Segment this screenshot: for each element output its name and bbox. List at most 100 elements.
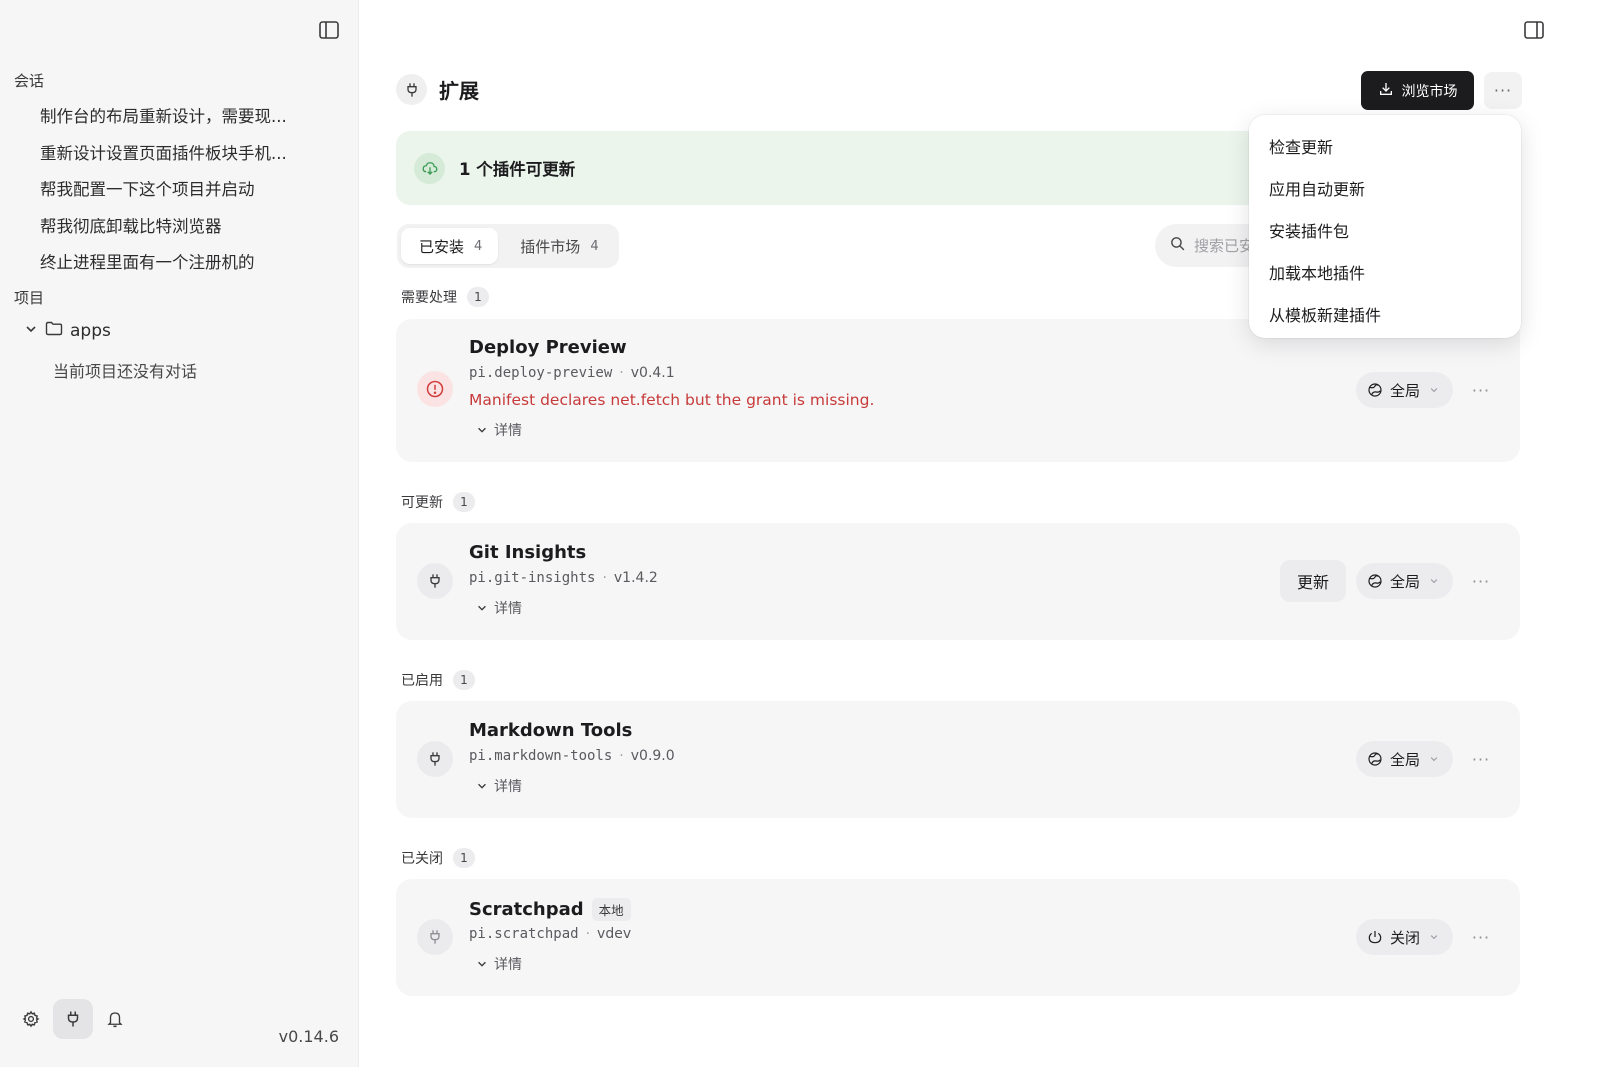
plugin-id: pi.markdown-tools	[469, 748, 613, 764]
project-folder-apps[interactable]: apps	[24, 321, 111, 341]
menu-item-apply-auto-update[interactable]: 应用自动更新	[1249, 167, 1521, 209]
separator-dot: ·	[619, 365, 624, 381]
tab-installed[interactable]: 已安装 4	[401, 228, 499, 264]
power-icon	[1368, 931, 1382, 944]
plugin-version: v0.4.1	[630, 365, 675, 381]
scope-label: 全局	[1390, 381, 1421, 400]
details-toggle[interactable]: 详情	[476, 420, 522, 440]
plugin-version: vdev	[597, 926, 632, 942]
tab-label: 插件市场	[520, 237, 581, 256]
group-label: 已关闭	[401, 851, 443, 867]
scope-select[interactable]: 全局	[1356, 372, 1453, 408]
search-icon	[1169, 235, 1186, 256]
plugin-id: pi.deploy-preview	[469, 365, 613, 381]
plugin-name: Git Insights	[469, 542, 586, 563]
globe-icon	[1368, 574, 1382, 588]
plugin-name: Deploy Preview	[469, 337, 627, 358]
details-toggle[interactable]: 详情	[476, 598, 522, 618]
plugin-card-deploy-preview: Deploy Preview pi.deploy-preview · v0.4.…	[396, 319, 1520, 462]
menu-item-check-updates[interactable]: 检查更新	[1249, 125, 1521, 167]
plugin-name-text: Deploy Preview	[469, 337, 627, 358]
group-header-needs-action: 需要处理 1	[401, 287, 489, 307]
conversation-item[interactable]: 帮我配置一下这个项目并启动	[40, 176, 300, 200]
right-panel-toggle-icon[interactable]	[1522, 18, 1546, 42]
chevron-down-icon	[478, 427, 486, 433]
details-label: 详情	[494, 779, 522, 795]
tab-count: 4	[590, 238, 599, 254]
menu-item-new-from-template[interactable]: 从模板新建插件	[1249, 293, 1521, 335]
separator-dot: ·	[585, 926, 591, 942]
notification-bell-icon[interactable]	[95, 999, 135, 1039]
update-button[interactable]: 更新	[1280, 560, 1346, 602]
projects-label: 项目	[14, 289, 45, 307]
browse-market-button[interactable]: 浏览市场	[1361, 71, 1474, 110]
plugin-plug-icon[interactable]	[53, 999, 93, 1039]
menu-item-install-package[interactable]: 安装插件包	[1249, 209, 1521, 251]
sidebar-footer: v0.14.6	[0, 999, 359, 1067]
error-alert-icon	[417, 371, 453, 407]
plugin-more-button[interactable]: ···	[1467, 749, 1495, 769]
plug-icon	[417, 919, 453, 955]
sidebar-toggle-icon[interactable]	[317, 18, 341, 42]
plugin-meta: pi.deploy-preview · v0.4.1	[469, 365, 675, 381]
browse-market-label: 浏览市场	[1401, 83, 1458, 100]
update-banner-text: 1 个插件可更新	[459, 160, 576, 179]
chevron-down-icon	[1429, 381, 1439, 399]
menu-item-load-local-plugin[interactable]: 加载本地插件	[1249, 251, 1521, 293]
status-label: 关闭	[1390, 928, 1421, 947]
chevron-down-icon	[478, 605, 486, 611]
project-empty-text: 当前项目还没有对话	[53, 362, 198, 381]
settings-gear-icon[interactable]	[11, 999, 51, 1039]
details-toggle[interactable]: 详情	[476, 776, 522, 796]
group-count-badge: 1	[467, 287, 489, 307]
plugin-meta: pi.scratchpad · vdev	[469, 926, 631, 942]
separator-dot: ·	[602, 570, 607, 586]
conversation-item[interactable]: 制作台的布局重新设计，需要现...	[40, 103, 300, 127]
plugin-card-markdown-tools: Markdown Tools pi.markdown-tools · v0.9.…	[396, 701, 1520, 818]
plugin-tabs: 已安装 4 插件市场 4	[397, 224, 619, 268]
chevron-down-icon	[478, 961, 486, 967]
plugin-name: Markdown Tools	[469, 720, 632, 741]
group-header-updatable: 可更新 1	[401, 492, 475, 512]
plugin-name-text: Markdown Tools	[469, 720, 633, 741]
plugin-more-button[interactable]: ···	[1467, 927, 1495, 947]
group-header-enabled: 已启用 1	[401, 670, 475, 690]
group-count-badge: 1	[453, 670, 475, 690]
separator-dot: ·	[619, 748, 624, 764]
plugin-card-scratchpad: Scratchpad 本地 pi.scratchpad · vdev 详情 关闭…	[396, 879, 1520, 996]
chevron-down-icon	[478, 783, 486, 789]
plugin-more-button[interactable]: ···	[1467, 571, 1495, 591]
plugin-meta: pi.markdown-tools · v0.9.0	[469, 748, 675, 764]
plugin-error-message: Manifest declares net.fetch but the gran…	[469, 391, 875, 409]
chevron-down-icon	[24, 321, 38, 341]
plugin-version: v0.9.0	[630, 748, 675, 764]
status-select[interactable]: 关闭	[1356, 919, 1453, 955]
plugin-name: Scratchpad 本地	[469, 898, 631, 921]
conversation-item[interactable]: 终止进程里面有一个注册机的	[40, 249, 300, 273]
group-count-badge: 1	[453, 492, 475, 512]
scope-select[interactable]: 全局	[1356, 563, 1453, 599]
chevron-down-icon	[1429, 750, 1439, 768]
plugin-version: v1.4.2	[613, 570, 658, 586]
details-toggle[interactable]: 详情	[476, 954, 522, 974]
conversations-label: 会话	[14, 72, 45, 90]
plugin-id: pi.git-insights	[469, 570, 596, 586]
globe-icon	[1368, 752, 1382, 766]
group-label: 已启用	[401, 673, 443, 689]
scope-label: 全局	[1390, 572, 1421, 591]
scope-select[interactable]: 全局	[1356, 741, 1453, 777]
sidebar: 会话 制作台的布局重新设计，需要现... 重新设计设置页面插件板块手机... 帮…	[0, 0, 359, 1067]
conversation-item[interactable]: 帮我彻底卸载比特浏览器	[40, 213, 300, 237]
plugin-name-text: Git Insights	[469, 542, 587, 563]
plugin-card-git-insights: Git Insights pi.git-insights · v1.4.2 详情…	[396, 523, 1520, 640]
plug-icon	[417, 741, 453, 777]
tab-marketplace[interactable]: 插件市场 4	[502, 228, 614, 264]
conversation-item[interactable]: 重新设计设置页面插件板块手机...	[40, 140, 300, 164]
plug-icon	[417, 563, 453, 599]
plugin-more-button[interactable]: ···	[1467, 380, 1495, 400]
page-title: 扩展	[439, 79, 479, 103]
folder-icon	[45, 321, 63, 341]
more-options-button[interactable]: ···	[1484, 72, 1522, 109]
chevron-down-icon	[1429, 572, 1439, 590]
details-label: 详情	[494, 423, 522, 439]
